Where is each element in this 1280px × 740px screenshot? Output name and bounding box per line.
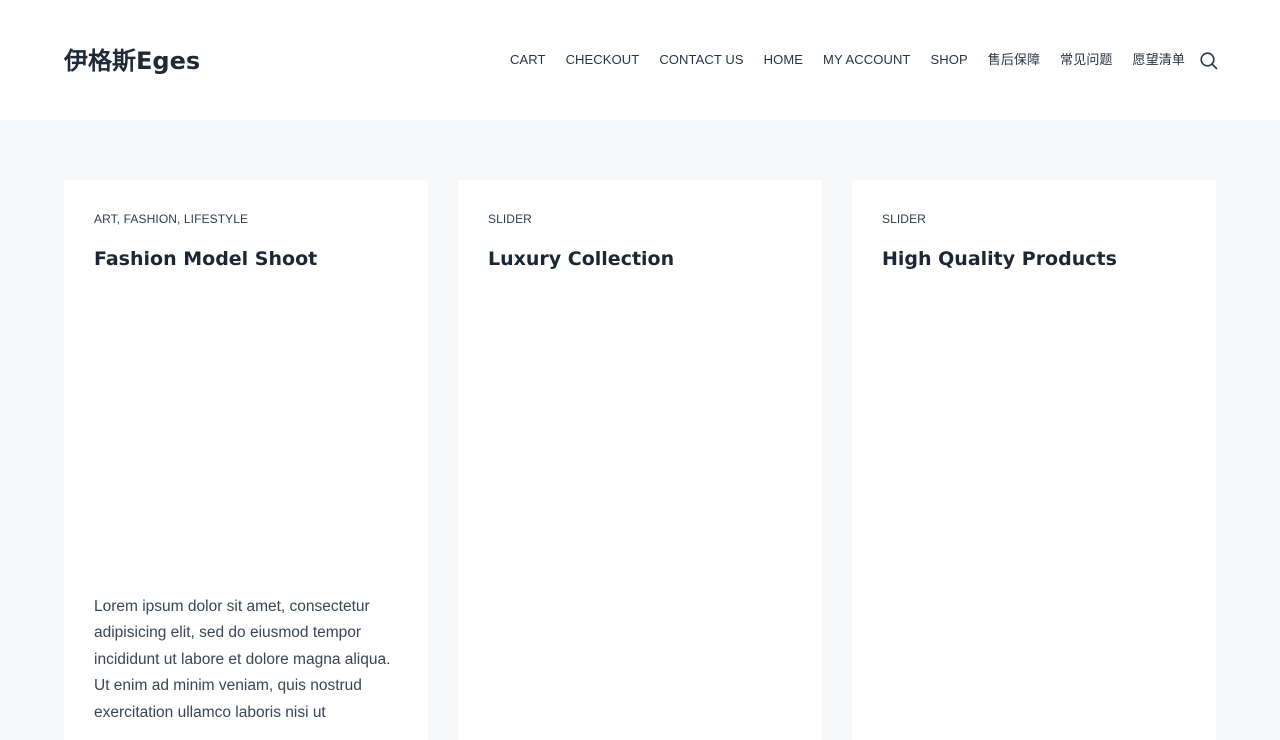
search-button[interactable] [1198, 50, 1220, 72]
post-categories: SLIDER [488, 210, 532, 228]
post-title[interactable]: High Quality Products [882, 244, 1117, 274]
nav-item-contact-us[interactable]: CONTACT US [649, 48, 753, 72]
post-categories: ART, FASHION, LIFESTYLE [94, 212, 249, 226]
nav-item-checkout[interactable]: CHECKOUT [556, 48, 650, 72]
post-excerpt: Lorem ipsum dolor sit amet, consectetur … [94, 598, 391, 721]
post-card: ART, FASHION, LIFESTYLE Fashion Model Sh… [64, 180, 428, 740]
category-link[interactable]: SLIDER [882, 212, 926, 226]
category-link[interactable]: ART [94, 212, 117, 226]
nav-item-after-sales[interactable]: 售后保障 [978, 48, 1050, 72]
nav-item-faq[interactable]: 常见问题 [1050, 48, 1122, 72]
post-categories: SLIDER [882, 210, 926, 228]
category-link[interactable]: SLIDER [488, 212, 532, 226]
post-card: SLIDER High Quality Products [852, 180, 1216, 740]
nav-item-wishlist[interactable]: 愿望清单 [1123, 48, 1195, 72]
site-header: 伊格斯Eges CART CHECKOUT CONTACT US HOME MY… [0, 0, 1280, 120]
nav-item-my-account[interactable]: MY ACCOUNT [813, 48, 920, 72]
category-link[interactable]: LIFESTYLE [184, 212, 248, 226]
post-card: SLIDER Luxury Collection [458, 180, 822, 740]
search-icon [1200, 52, 1218, 70]
post-title[interactable]: Fashion Model Shoot [94, 244, 317, 274]
nav-item-cart[interactable]: CART [500, 48, 556, 72]
category-link[interactable]: FASHION [124, 212, 177, 226]
main-nav: CART CHECKOUT CONTACT US HOME MY ACCOUNT… [500, 48, 1195, 72]
nav-item-home[interactable]: HOME [754, 48, 813, 72]
nav-item-shop[interactable]: SHOP [920, 48, 977, 72]
post-title[interactable]: Luxury Collection [488, 244, 674, 274]
site-logo[interactable]: 伊格斯Eges [64, 44, 200, 78]
